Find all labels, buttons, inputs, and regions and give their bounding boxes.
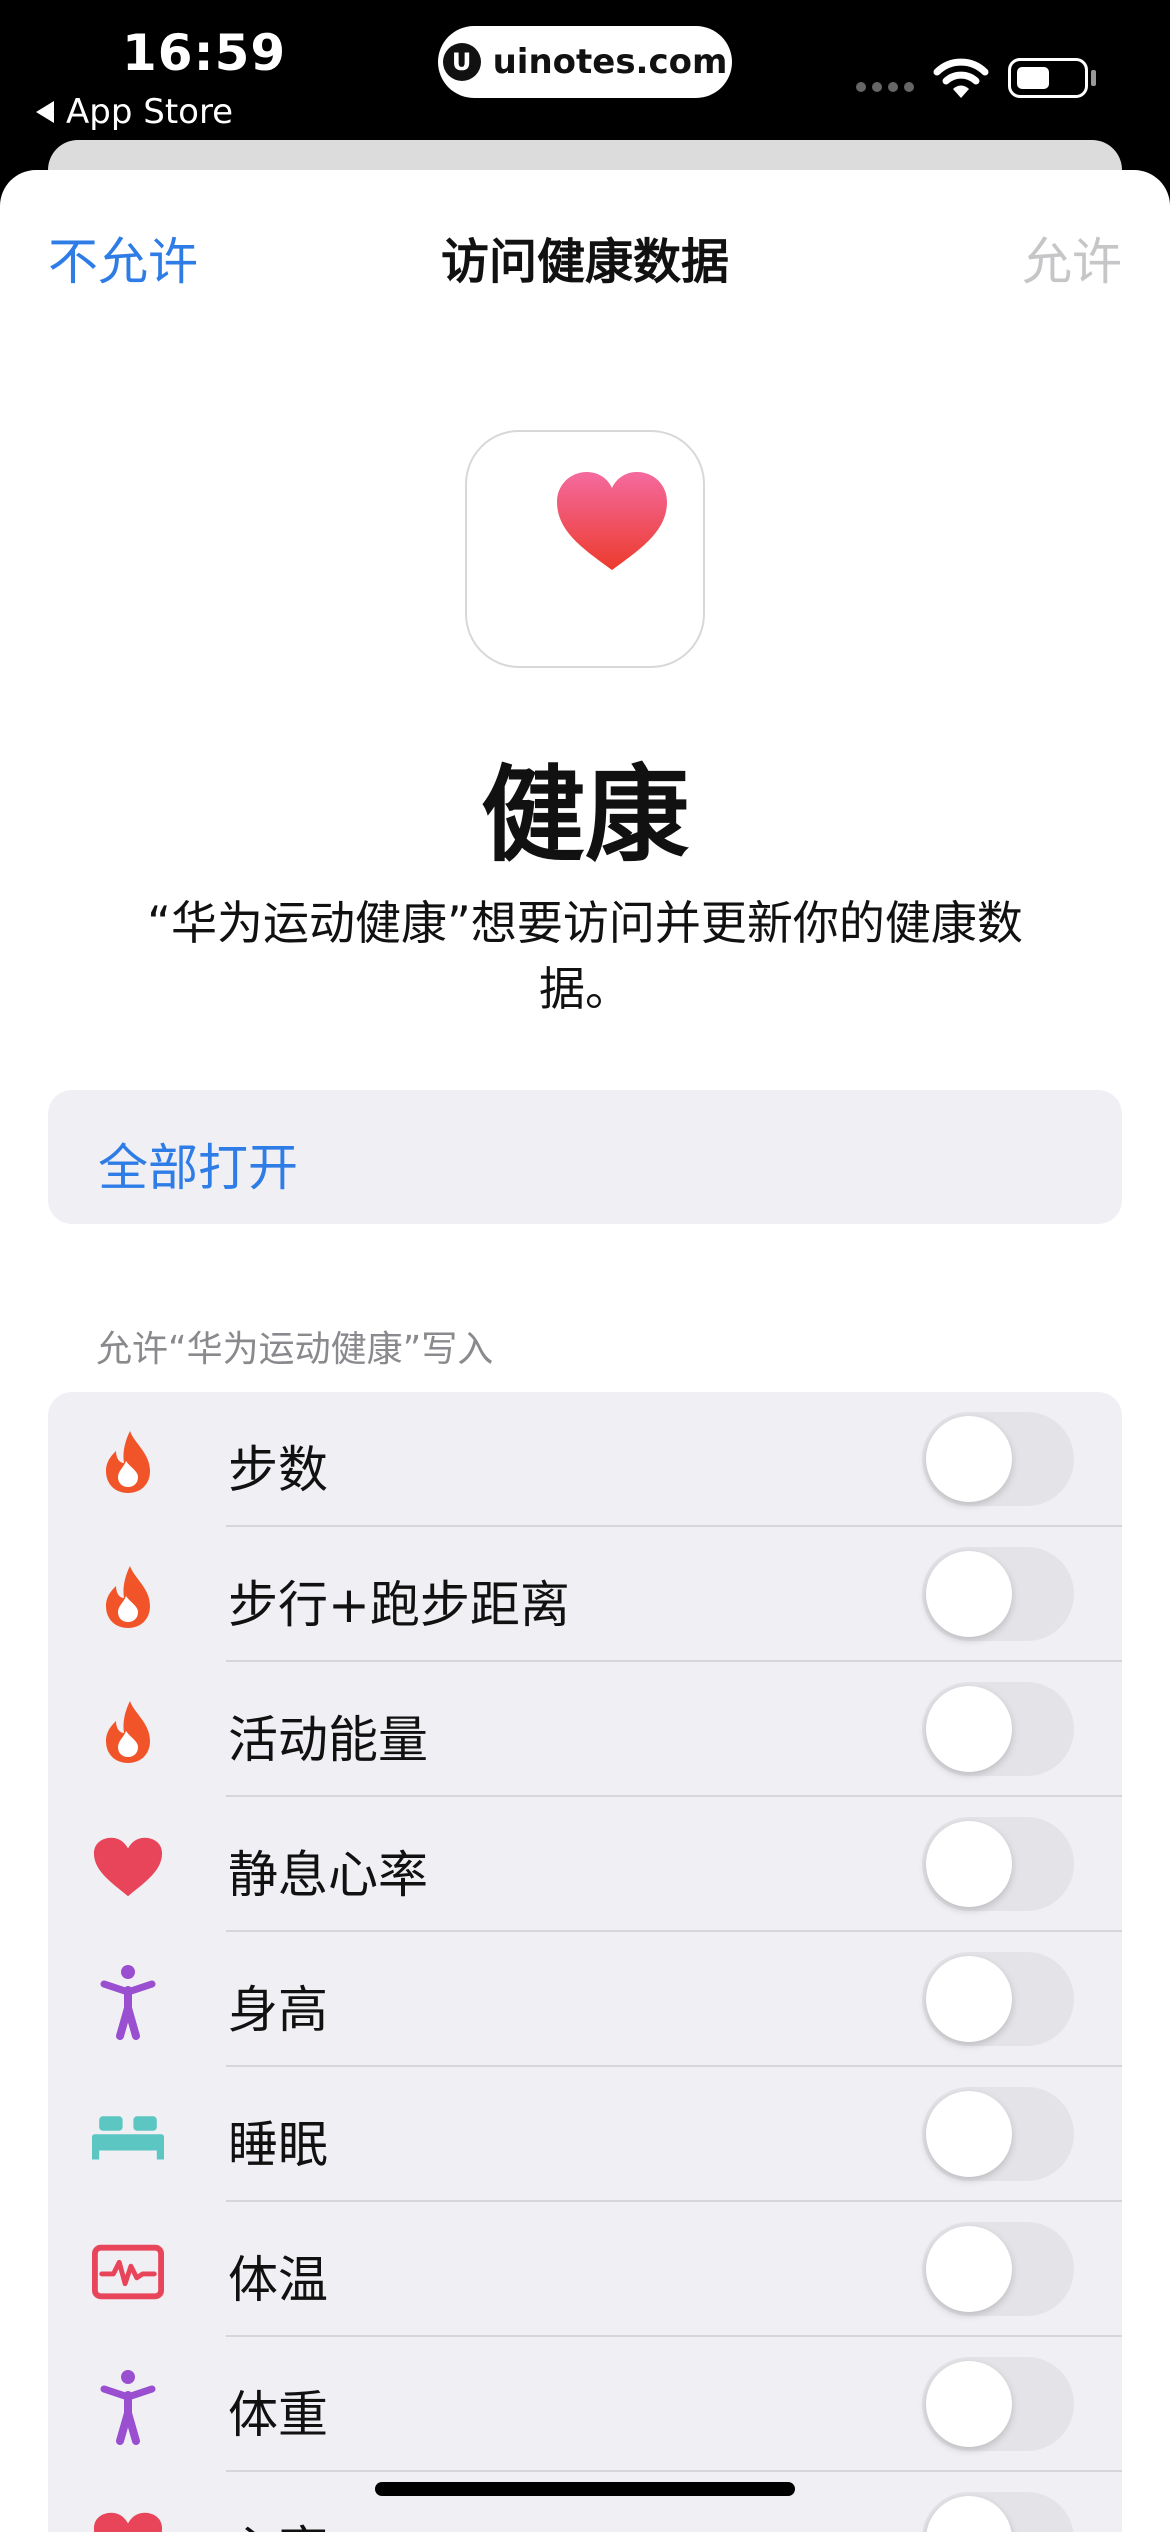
home-indicator[interactable] [375,2482,795,2496]
toggle-switch[interactable] [922,2357,1074,2451]
allow-button[interactable]: 允许 [1022,222,1122,294]
health-access-sheet: 不允许 访问健康数据 允许 健康 “华为运动健康”想要访问并更新你的健康数据。 … [0,170,1170,2532]
turn-all-on-button[interactable]: 全部打开 [48,1090,1122,1224]
url-pill: U uinotes.com [438,26,732,98]
app-description: “华为运动健康”想要访问并更新你的健康数据。 [147,896,1023,1016]
toggle-switch[interactable] [922,1952,1074,2046]
item-label: 活动能量 [228,1711,428,1769]
url-text: uinotes.com [492,42,728,82]
list-item-heart-rate[interactable]: 心率 [48,2472,1122,2532]
section-header: 允许“华为运动健康”写入 [96,1329,494,1370]
toggle-switch[interactable] [922,1547,1074,1641]
back-label: App Store [66,92,234,132]
item-label: 静息心率 [228,1846,428,1904]
flame-icon [92,1696,164,1768]
list-item-resting-heart-rate[interactable]: 静息心率 [48,1797,1122,1932]
nav-bar: 不允许 访问健康数据 允许 [0,170,1170,340]
permission-list: 步数 步行+跑步距离 活动能量 静息心率 身高 睡眠 体温 体重 [48,1392,1122,2532]
bed-icon [92,2101,164,2173]
item-label: 睡眠 [228,2116,328,2174]
nav-title: 访问健康数据 [440,234,729,290]
heart-icon [92,2506,164,2532]
health-app-icon [465,430,705,668]
list-item-sleep[interactable]: 睡眠 [48,2067,1122,2202]
body-figure-icon [92,1965,164,2040]
battery-cap [1091,70,1096,86]
body-figure-icon [92,2370,164,2445]
wifi-icon [933,58,989,98]
heart-icon [92,1831,164,1903]
list-item-steps[interactable]: 步数 [48,1392,1122,1527]
toggle-switch[interactable] [922,1817,1074,1911]
toggle-switch[interactable] [922,2492,1074,2532]
toggle-switch[interactable] [922,1682,1074,1776]
health-heart-icon [557,472,667,570]
list-item-active-energy[interactable]: 活动能量 [48,1662,1122,1797]
site-logo-icon: U [442,43,481,81]
turn-all-on-label: 全部打开 [98,1139,298,1197]
toggle-switch[interactable] [922,2222,1074,2316]
status-time: 16:59 [122,24,287,82]
flame-icon [92,1561,164,1633]
list-item-weight[interactable]: 体重 [48,2337,1122,2472]
list-item-walk-run-distance[interactable]: 步行+跑步距离 [48,1527,1122,1662]
item-label: 身高 [228,1981,328,2039]
item-label: 体温 [228,2251,328,2309]
toggle-switch[interactable] [922,2087,1074,2181]
signal-dots-icon [856,82,914,92]
item-label: 步行+跑步距离 [228,1576,570,1634]
toggle-switch[interactable] [922,1412,1074,1506]
list-item-body-temperature[interactable]: 体温 [48,2202,1122,2337]
battery-icon [1008,58,1088,98]
flame-icon [92,1426,164,1498]
item-label: 体重 [228,2386,328,2444]
list-item-height[interactable]: 身高 [48,1932,1122,2067]
app-name: 健康 [480,754,689,876]
back-arrow-icon [36,101,54,123]
item-label: 步数 [228,1441,328,1499]
thermometer-wave-icon [92,2236,164,2308]
back-to-app-store[interactable]: App Store [36,92,233,132]
item-label: 心率 [228,2510,328,2532]
